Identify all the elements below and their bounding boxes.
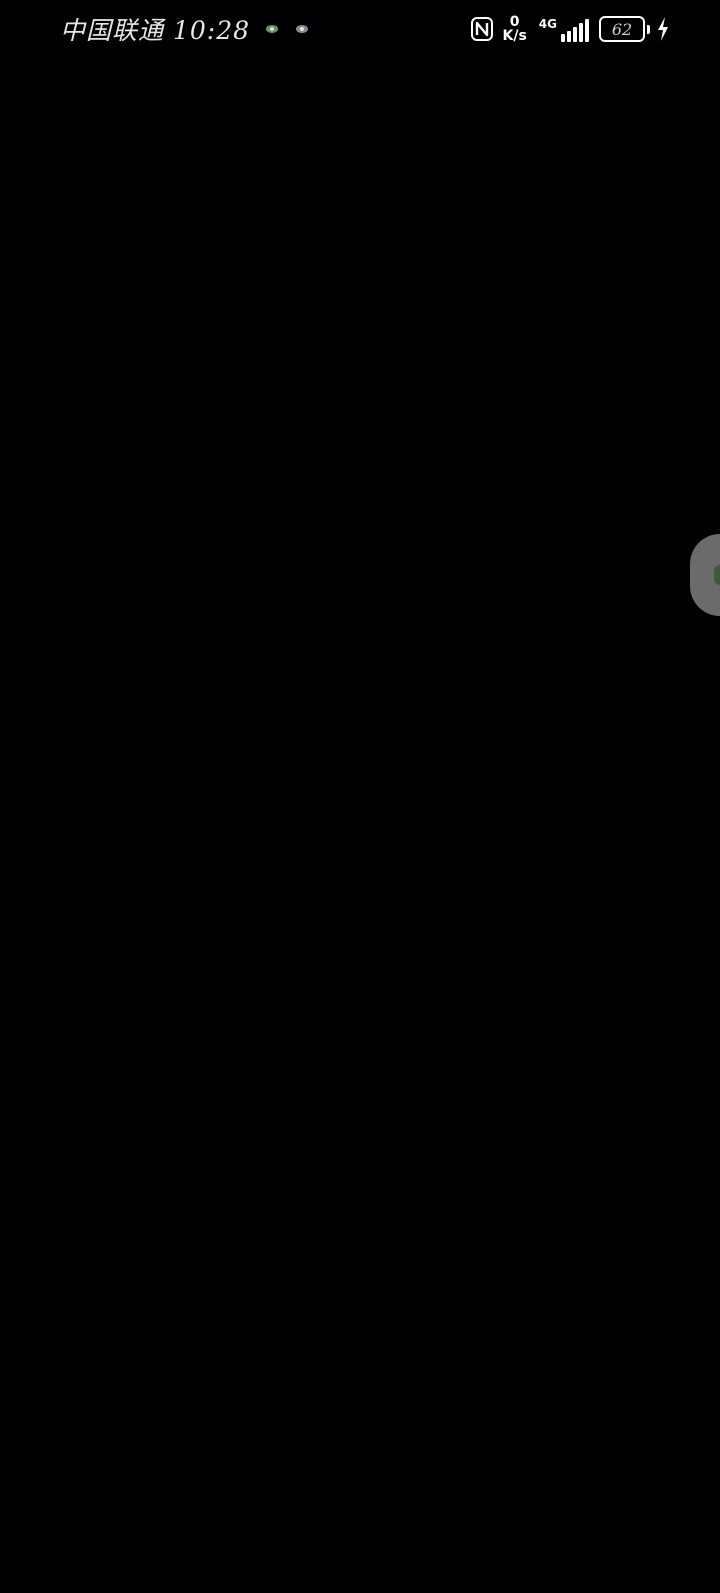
- status-right: 0 K/s 4G 62: [470, 12, 671, 46]
- signal-indicator: 4G: [539, 16, 589, 42]
- network-type: 4G: [538, 17, 557, 31]
- status-left: 中国联通 10:28: [60, 12, 310, 46]
- carrier-time: 中国联通 10:28: [60, 11, 250, 47]
- signal-bars-icon: [559, 18, 589, 42]
- battery-tip: [647, 24, 650, 34]
- network-speed: 0 K/s: [503, 15, 527, 43]
- floating-ball-indicator: [714, 565, 720, 585]
- signal-bar: [561, 34, 565, 42]
- app-notification-icon: [266, 25, 279, 33]
- app-notification-icon: [296, 25, 309, 33]
- battery-icon: 62: [599, 16, 645, 42]
- battery-level: 62: [611, 19, 633, 39]
- signal-bar: [579, 23, 583, 42]
- network-speed-unit: K/s: [502, 28, 527, 44]
- clock: 10:28: [172, 16, 251, 45]
- signal-bar: [567, 31, 571, 42]
- status-bar: 中国联通 10:28 0 K/s 4G 62: [0, 0, 720, 58]
- signal-bar: [573, 27, 577, 42]
- signal-bar: [585, 19, 589, 42]
- floating-assistive-ball[interactable]: [690, 534, 720, 616]
- charging-bolt-icon: [658, 17, 668, 41]
- network-speed-value: 0: [509, 14, 520, 30]
- nfc-icon: [470, 17, 493, 41]
- carrier-name: 中国联通: [60, 16, 165, 45]
